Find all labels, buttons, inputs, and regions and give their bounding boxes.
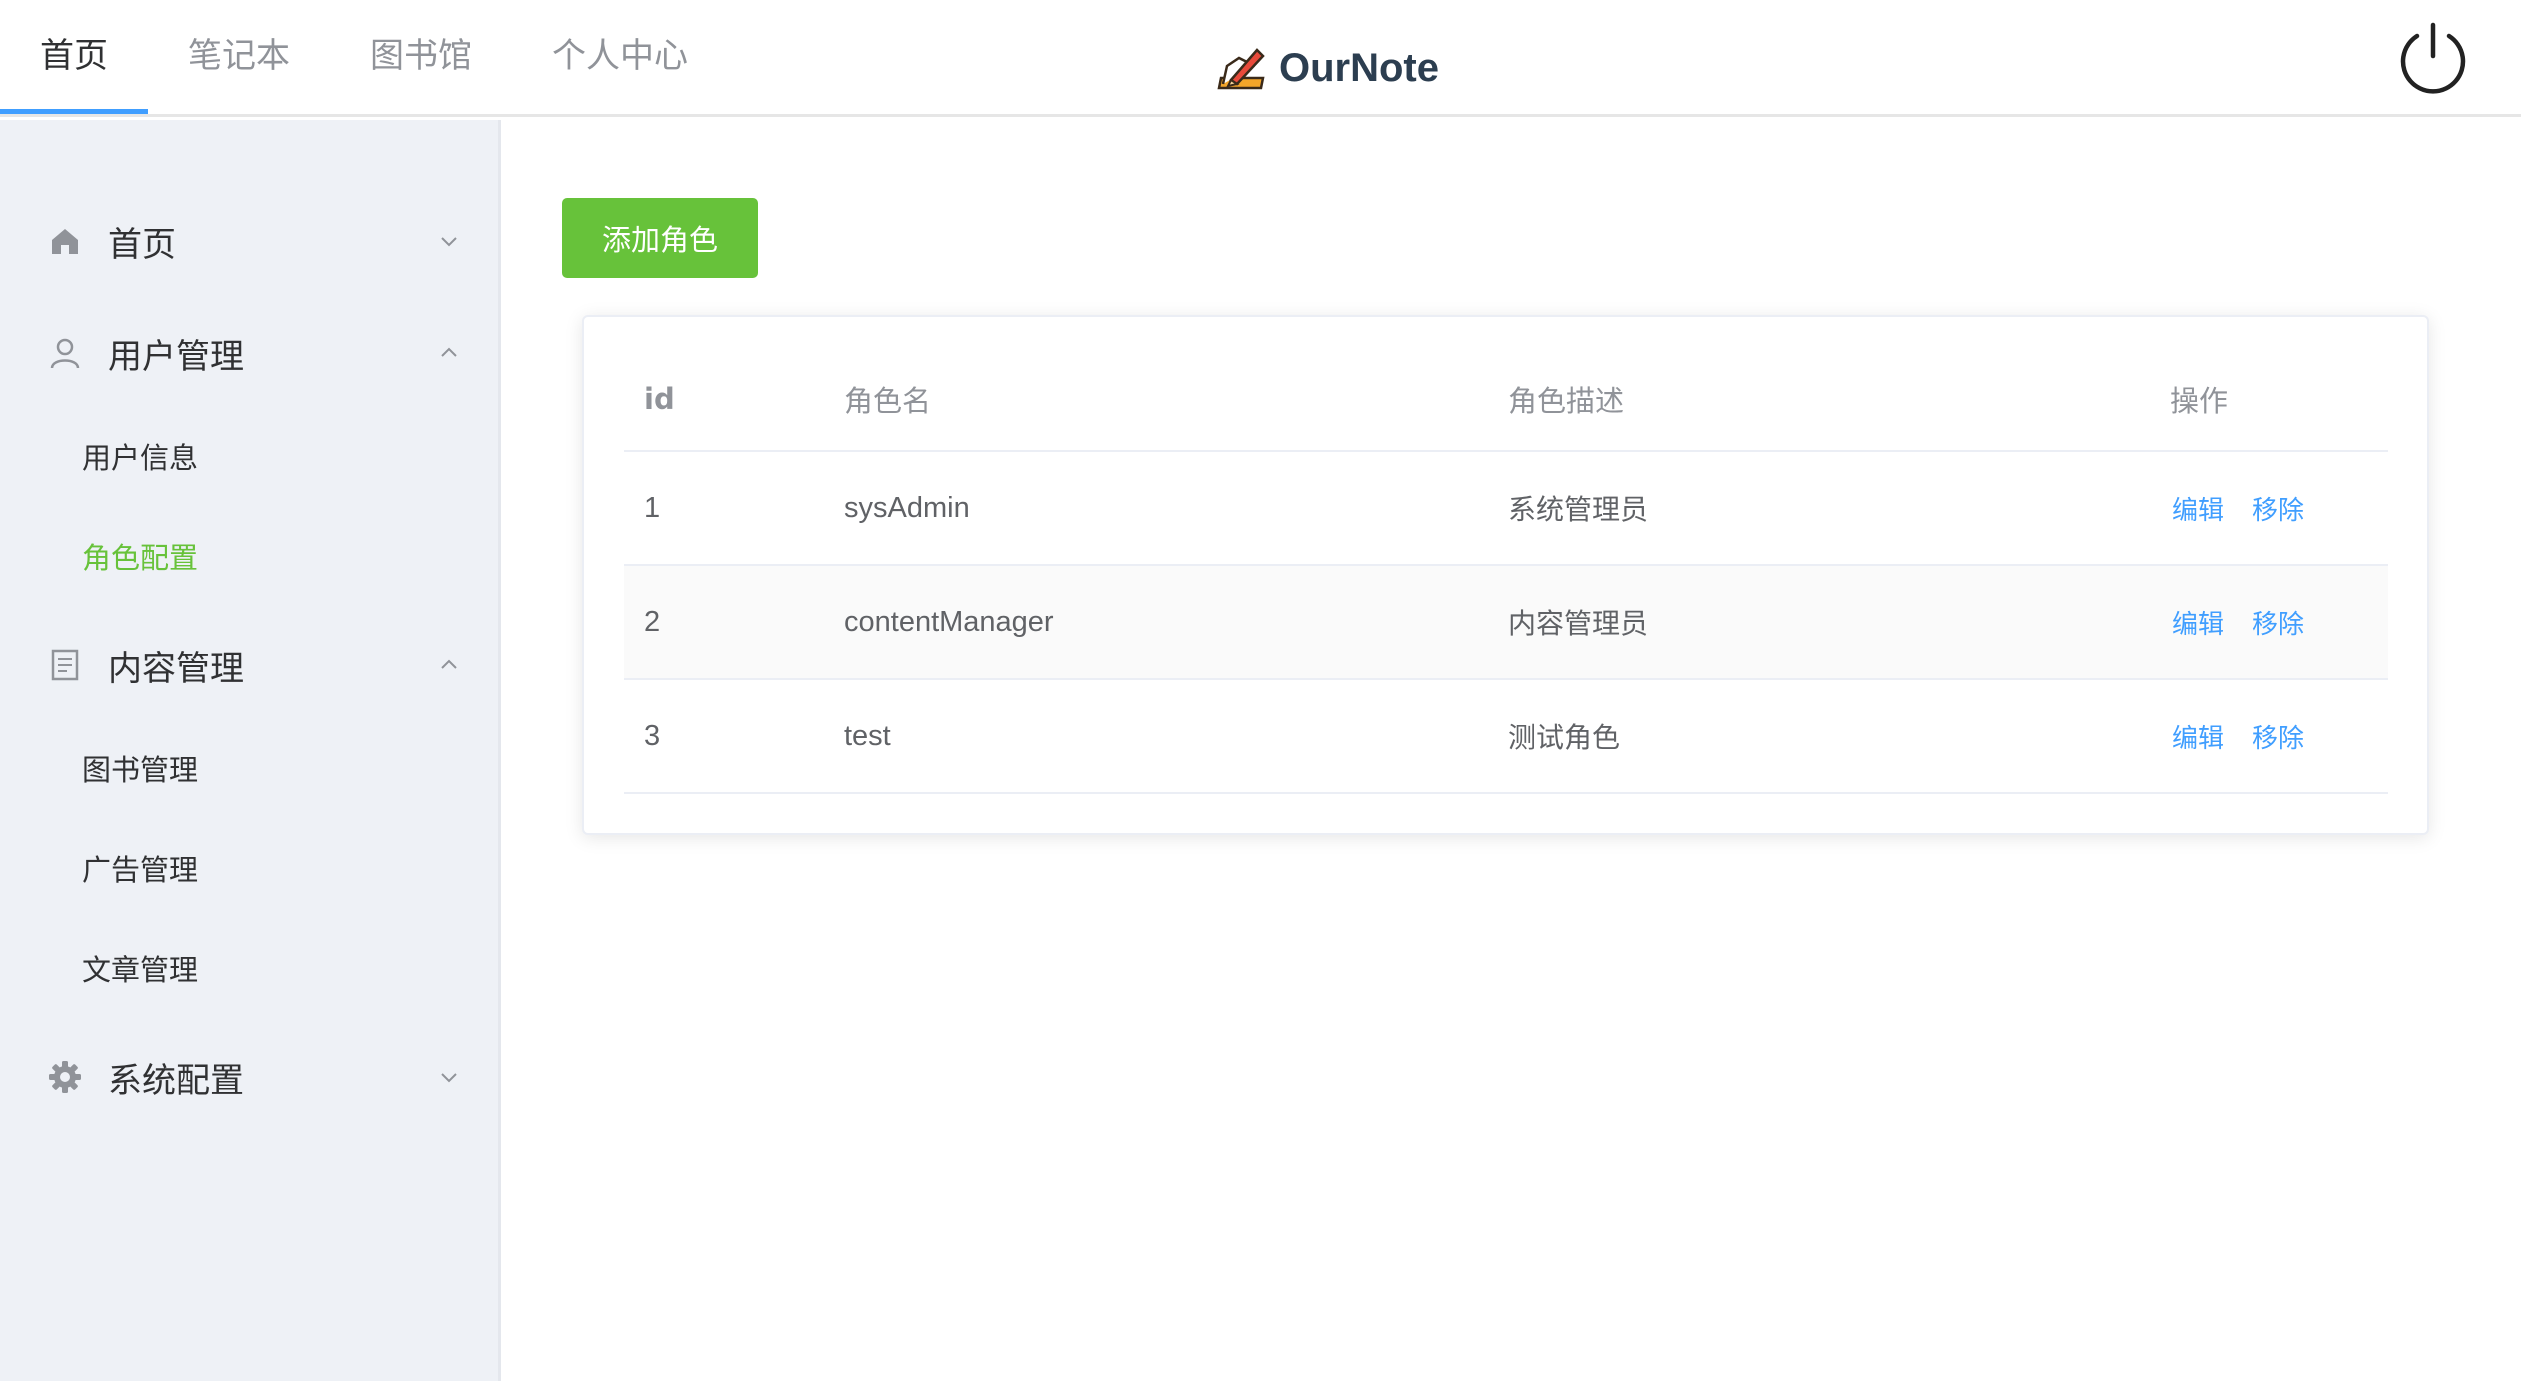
sidebar-subitem-label: 角色配置 bbox=[82, 541, 199, 575]
power-icon[interactable] bbox=[2396, 20, 2470, 94]
top-nav-label: 图书馆 bbox=[370, 36, 472, 76]
top-nav-label: 个人中心 bbox=[552, 36, 688, 76]
add-role-button[interactable]: 添加角色 bbox=[562, 198, 758, 278]
cell-role-name: test bbox=[844, 719, 891, 752]
table-row: 3 test 测试角色 编辑 移除 bbox=[624, 680, 2388, 794]
chevron-up-icon bbox=[441, 347, 457, 357]
sidebar-item-label: 内容管理 bbox=[108, 648, 244, 689]
cell-actions: 编辑 移除 bbox=[2170, 680, 2330, 792]
table-header: id 角色名 角色描述 操作 bbox=[624, 317, 2388, 452]
top-nav: 首页 笔记本 图书馆 个人中心 bbox=[0, 0, 728, 117]
edit-link[interactable]: 编辑 bbox=[2172, 604, 2224, 641]
sidebar-item-label: 首页 bbox=[108, 224, 176, 265]
table-row: 1 sysAdmin 系统管理员 编辑 移除 bbox=[624, 452, 2388, 566]
sidebar-item-role-config[interactable]: 角色配置 bbox=[0, 508, 498, 604]
cell-actions: 编辑 移除 bbox=[2170, 566, 2330, 678]
remove-link[interactable]: 移除 bbox=[2252, 490, 2304, 527]
column-header-id: id bbox=[644, 381, 675, 416]
brand: OurNote bbox=[1215, 38, 1439, 98]
user-icon bbox=[50, 338, 80, 369]
sidebar-subitem-label: 用户信息 bbox=[82, 441, 199, 475]
sidebar-item-label: 用户管理 bbox=[108, 336, 244, 377]
top-nav-item-library[interactable]: 图书馆 bbox=[330, 0, 512, 111]
chevron-down-icon bbox=[441, 237, 457, 247]
cell-role-description: 系统管理员 bbox=[1508, 493, 1649, 526]
sidebar-item-book-management[interactable]: 图书管理 bbox=[0, 720, 498, 816]
sidebar-item-home[interactable]: 首页 bbox=[0, 191, 498, 291]
remove-link[interactable]: 移除 bbox=[2252, 604, 2304, 641]
cell-role-description: 测试角色 bbox=[1508, 721, 1621, 754]
pencil-notebook-icon bbox=[1217, 48, 1265, 90]
brand-title: OurNote bbox=[1279, 45, 1439, 90]
cell-role-name: sysAdmin bbox=[844, 491, 970, 524]
sidebar-subitem-label: 文章管理 bbox=[82, 953, 199, 987]
edit-link[interactable]: 编辑 bbox=[2172, 718, 2224, 755]
cell-id: 2 bbox=[644, 605, 661, 638]
column-header-role-description: 角色描述 bbox=[1508, 383, 1625, 418]
top-nav-label: 首页 bbox=[40, 36, 108, 76]
top-nav-item-profile[interactable]: 个人中心 bbox=[512, 0, 728, 111]
sidebar-item-label: 系统配置 bbox=[108, 1060, 244, 1101]
cell-actions: 编辑 移除 bbox=[2170, 452, 2330, 564]
column-header-actions: 操作 bbox=[2170, 383, 2229, 418]
sidebar-item-user-info[interactable]: 用户信息 bbox=[0, 408, 498, 504]
cell-id: 1 bbox=[644, 491, 661, 524]
top-nav-item-notebook[interactable]: 笔记本 bbox=[148, 0, 330, 111]
table-row: 2 contentManager 内容管理员 编辑 移除 bbox=[624, 566, 2388, 680]
chevron-up-icon bbox=[441, 659, 457, 669]
cell-role-description: 内容管理员 bbox=[1508, 607, 1649, 640]
sidebar-item-system-config[interactable]: 系统配置 bbox=[0, 1027, 498, 1127]
sidebar-item-content-management[interactable]: 内容管理 bbox=[0, 615, 498, 715]
top-nav-item-home[interactable]: 首页 bbox=[0, 0, 148, 114]
role-table: id 角色名 角色描述 操作 1 sysAdmin 系统管理员 编辑 移除 2 … bbox=[624, 317, 2388, 794]
cell-id: 3 bbox=[644, 719, 661, 752]
chevron-down-icon bbox=[441, 1073, 457, 1083]
edit-link[interactable]: 编辑 bbox=[2172, 490, 2224, 527]
top-header: 首页 笔记本 图书馆 个人中心 OurNote bbox=[0, 0, 2521, 117]
sidebar-item-article-management[interactable]: 文章管理 bbox=[0, 920, 498, 1016]
document-icon bbox=[51, 649, 79, 681]
role-table-card: id 角色名 角色描述 操作 1 sysAdmin 系统管理员 编辑 移除 2 … bbox=[582, 315, 2429, 835]
sidebar-subitem-label: 广告管理 bbox=[82, 853, 199, 887]
sidebar-subitem-label: 图书管理 bbox=[82, 753, 199, 787]
gear-icon bbox=[49, 1061, 81, 1093]
sidebar: 首页 用户管理 用户信息 角色配置 内容管理 图书管理 广告管理 文章管理 系统… bbox=[0, 120, 501, 1381]
remove-link[interactable]: 移除 bbox=[2252, 718, 2304, 755]
home-icon bbox=[52, 229, 78, 254]
top-nav-label: 笔记本 bbox=[188, 36, 290, 76]
cell-role-name: contentManager bbox=[844, 605, 1054, 638]
sidebar-item-user-management[interactable]: 用户管理 bbox=[0, 303, 498, 403]
sidebar-item-ad-management[interactable]: 广告管理 bbox=[0, 820, 498, 916]
column-header-role-name: 角色名 bbox=[844, 383, 932, 418]
